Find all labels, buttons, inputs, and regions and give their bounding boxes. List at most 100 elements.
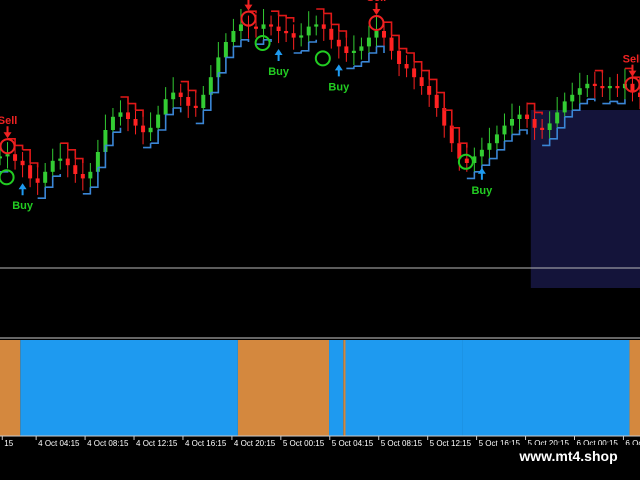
candle-body xyxy=(148,127,153,133)
histogram-band xyxy=(462,340,630,436)
buy-label: Buy xyxy=(268,66,290,78)
histogram-band xyxy=(20,340,238,436)
x-tick-label: 4 Oct 12:15 xyxy=(136,439,178,448)
candle-body xyxy=(540,127,545,130)
sell-label: Sell xyxy=(623,54,640,66)
candle-body xyxy=(261,24,266,29)
x-tick-label: 15 xyxy=(4,439,13,448)
candle-body xyxy=(577,88,582,95)
candle-body xyxy=(427,86,432,95)
sell-label: Sell xyxy=(0,115,17,127)
candle-body xyxy=(419,77,424,86)
candle-body xyxy=(65,158,70,166)
candle-body xyxy=(291,33,296,38)
histogram-layer xyxy=(0,340,640,436)
candle-body xyxy=(254,26,258,29)
candle-body xyxy=(321,24,326,29)
candle-body xyxy=(5,154,10,157)
buy-label: Buy xyxy=(328,81,350,93)
x-tick-label: 5 Oct 00:15 xyxy=(283,439,325,448)
candle-body xyxy=(276,26,281,31)
candle-body xyxy=(43,171,48,183)
highlight-zone xyxy=(530,110,640,288)
candle-body xyxy=(13,154,18,161)
candle-body xyxy=(193,105,198,108)
candle-body xyxy=(186,97,191,106)
candle-body xyxy=(404,64,409,69)
candle-body xyxy=(397,50,402,64)
histogram-band xyxy=(329,340,344,436)
candle-body xyxy=(269,24,274,27)
candle-body xyxy=(615,86,620,89)
candle-body xyxy=(510,119,514,126)
x-tick-label: 4 Oct 08:15 xyxy=(87,439,129,448)
candle-body xyxy=(126,112,130,119)
buy-label: Buy xyxy=(12,200,34,212)
candle-body xyxy=(28,165,33,179)
candle-body xyxy=(412,68,417,78)
candle-body xyxy=(156,114,161,128)
sell-label: Sell xyxy=(367,0,387,4)
candle-body xyxy=(374,31,379,38)
candle-body xyxy=(547,123,552,130)
candle-body xyxy=(329,28,334,40)
x-tick-label: 4 Oct 16:15 xyxy=(185,439,227,448)
candle-body xyxy=(600,86,605,89)
candle-body xyxy=(58,158,63,161)
histogram-band xyxy=(237,340,330,436)
candle-body xyxy=(487,143,492,150)
candle-body xyxy=(359,46,364,51)
candle-body xyxy=(223,42,228,58)
histogram-band xyxy=(629,340,640,436)
candle-body xyxy=(284,31,289,34)
histogram-band xyxy=(343,340,346,436)
candle-body xyxy=(517,114,522,119)
candle-body xyxy=(171,92,176,100)
x-tick-label: 5 Oct 04:15 xyxy=(332,439,374,448)
candle-body xyxy=(0,156,2,159)
candle-body xyxy=(73,165,78,174)
candle-body xyxy=(585,83,590,89)
x-tick-label: 4 Oct 04:15 xyxy=(38,439,80,448)
candle-body xyxy=(238,24,243,31)
candle-body xyxy=(532,119,537,128)
buy-label: Buy xyxy=(471,185,493,197)
candle-body xyxy=(351,50,356,53)
candle-body xyxy=(570,94,575,102)
histogram-band xyxy=(0,340,21,436)
candle-body xyxy=(525,114,530,119)
x-tick-label: 5 Oct 08:15 xyxy=(381,439,423,448)
candle-body xyxy=(110,116,115,130)
candle-body xyxy=(555,112,560,124)
trading-chart: BuySellBuySellBuySellBuySell 154 Oct 04:… xyxy=(0,0,640,480)
candle-body xyxy=(336,39,341,47)
candle-body xyxy=(382,31,386,38)
watermark: www.mt4.shop xyxy=(497,445,640,468)
candle-body xyxy=(607,86,612,89)
candle-body xyxy=(464,158,469,163)
histogram-band xyxy=(345,340,463,436)
candle-body xyxy=(80,174,85,179)
candle-body xyxy=(133,119,138,126)
candle-body xyxy=(88,171,93,179)
candle-body xyxy=(163,99,168,115)
candle-body xyxy=(562,101,567,113)
candle-body xyxy=(314,24,319,27)
candle-body xyxy=(306,26,311,36)
candle-body xyxy=(502,125,507,135)
candle-body xyxy=(592,83,597,86)
candle-body xyxy=(201,94,206,108)
candle-body xyxy=(299,35,304,38)
candle-body xyxy=(344,46,349,53)
candle-body xyxy=(35,178,40,183)
candle-body xyxy=(366,37,371,47)
candle-body xyxy=(479,149,484,157)
candle-body xyxy=(178,92,183,97)
candle-body xyxy=(389,37,394,51)
candle-body xyxy=(141,125,146,133)
x-tick-label: 5 Oct 12:15 xyxy=(430,439,472,448)
candle-body xyxy=(494,134,499,144)
candle-body xyxy=(434,94,439,108)
x-tick-label: 4 Oct 20:15 xyxy=(234,439,276,448)
candle-body xyxy=(20,160,25,166)
